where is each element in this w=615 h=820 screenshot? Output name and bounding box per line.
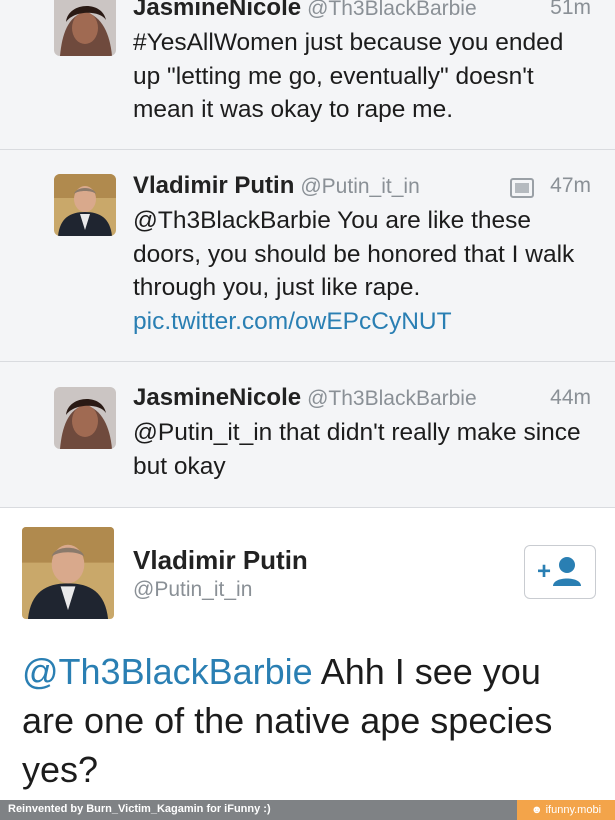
timeline-tweet-2[interactable]: Vladimir Putin @Putin_it_in 47m @Th3Black…: [0, 150, 615, 362]
svg-text:+: +: [537, 558, 551, 585]
timestamp: 44m: [550, 386, 591, 409]
avatar-putin-large[interactable]: [22, 527, 114, 619]
watermark-bar: Reinvented by Burn_Victim_Kagamin for iF…: [0, 800, 615, 820]
author-handle[interactable]: @Th3BlackBarbie: [307, 0, 477, 20]
author-name[interactable]: Vladimir Putin: [133, 172, 294, 199]
author-handle[interactable]: @Putin_it_in: [300, 175, 419, 198]
tweet-text: @Th3BlackBarbie You are like these doors…: [133, 204, 593, 338]
tweet-header: Vladimir Putin @Putin_it_in: [133, 172, 420, 200]
tweet-body: @Th3BlackBarbie You are like these doors…: [133, 207, 575, 301]
ifunny-site: ifunny.mobi: [545, 804, 602, 816]
follow-button[interactable]: +: [524, 545, 596, 599]
author-handle[interactable]: @Th3BlackBarbie: [307, 387, 477, 410]
tweet-text: #YesAllWomen just because you ended up "…: [133, 29, 564, 123]
timeline-tweet-1[interactable]: JasmineNicole @Th3BlackBarbie 51m #YesAll…: [0, 0, 615, 150]
avatar-jasmine[interactable]: [54, 0, 116, 56]
watermark-credit: Reinvented by Burn_Victim_Kagamin for iF…: [8, 803, 271, 815]
detail-author-name[interactable]: Vladimir Putin: [133, 545, 308, 576]
detail-tweet-text: @Th3BlackBarbie Ahh I see you are one of…: [22, 647, 602, 794]
detail-author-handle[interactable]: @Putin_it_in: [133, 578, 252, 602]
tweet-header: JasmineNicole @Th3BlackBarbie: [133, 0, 477, 22]
ifunny-badge: ☻ ifunny.mobi: [517, 800, 615, 820]
media-icon: [510, 178, 534, 198]
follow-icon: +: [537, 557, 581, 586]
author-name[interactable]: JasmineNicole: [133, 384, 301, 411]
timestamp: 47m: [550, 174, 591, 197]
author-name[interactable]: JasmineNicole: [133, 0, 301, 21]
detail-mention-link[interactable]: @Th3BlackBarbie: [22, 651, 313, 692]
ifunny-smiley-icon: ☻: [530, 804, 546, 816]
media-link[interactable]: pic.twitter.com/owEPcCyNUT: [133, 308, 452, 335]
avatar-jasmine[interactable]: [54, 387, 116, 449]
timestamp: 51m: [550, 0, 591, 19]
timeline-tweet-3[interactable]: JasmineNicole @Th3BlackBarbie 44m @Putin_…: [0, 362, 615, 508]
tweet-text: @Putin_it_in that didn't really make sin…: [133, 419, 581, 480]
avatar-putin[interactable]: [54, 174, 116, 236]
tweet-header: JasmineNicole @Th3BlackBarbie: [133, 384, 477, 412]
